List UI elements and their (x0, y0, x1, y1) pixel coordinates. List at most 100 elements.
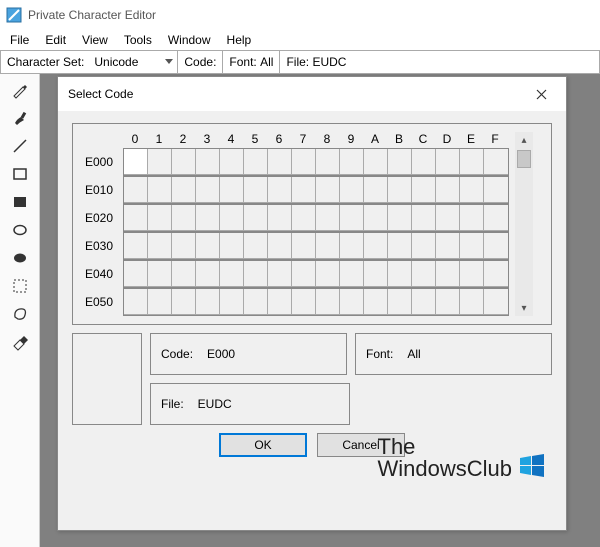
grid-cell[interactable] (340, 261, 364, 287)
grid-cell[interactable] (340, 149, 364, 175)
grid-cell[interactable] (364, 261, 388, 287)
grid-cell[interactable] (484, 149, 508, 175)
grid-cell[interactable] (148, 149, 172, 175)
grid-cell[interactable] (484, 233, 508, 259)
grid-cell[interactable] (292, 177, 316, 203)
grid-cell[interactable] (124, 233, 148, 259)
grid-cell[interactable] (268, 205, 292, 231)
grid-cell[interactable] (148, 205, 172, 231)
grid-cell[interactable] (364, 149, 388, 175)
grid-cell[interactable] (484, 261, 508, 287)
grid-cell[interactable] (244, 205, 268, 231)
grid-cell[interactable] (244, 233, 268, 259)
grid-cell[interactable] (316, 205, 340, 231)
grid-cell[interactable] (436, 205, 460, 231)
grid-cell[interactable] (436, 261, 460, 287)
grid-cell[interactable] (340, 177, 364, 203)
grid-cell[interactable] (268, 289, 292, 315)
menu-help[interactable]: Help (219, 31, 260, 49)
grid-cell[interactable] (196, 177, 220, 203)
grid-cell[interactable] (172, 149, 196, 175)
grid-cell[interactable] (484, 289, 508, 315)
grid-cell[interactable] (220, 233, 244, 259)
charset-dropdown[interactable]: Unicode (88, 51, 178, 73)
menu-view[interactable]: View (74, 31, 116, 49)
grid-cell[interactable] (340, 289, 364, 315)
grid-cell[interactable] (460, 177, 484, 203)
grid-cell[interactable] (220, 289, 244, 315)
grid-cell[interactable] (148, 261, 172, 287)
grid-cell[interactable] (196, 233, 220, 259)
grid-cell[interactable] (460, 261, 484, 287)
grid-cell[interactable] (364, 205, 388, 231)
rect-outline-tool[interactable] (10, 164, 30, 184)
grid-cell[interactable] (460, 205, 484, 231)
grid-cell[interactable] (148, 177, 172, 203)
scroll-thumb[interactable] (517, 150, 531, 168)
scroll-up-icon[interactable]: ▴ (516, 132, 532, 148)
grid-cell[interactable] (412, 233, 436, 259)
close-button[interactable] (526, 79, 556, 109)
grid-cell[interactable] (292, 261, 316, 287)
freeform-tool[interactable] (10, 304, 30, 324)
grid-cell[interactable] (436, 233, 460, 259)
grid-cell[interactable] (460, 233, 484, 259)
grid-cell[interactable] (388, 177, 412, 203)
cancel-button[interactable]: Cancel (317, 433, 405, 457)
grid-cell[interactable] (196, 205, 220, 231)
grid-cell[interactable] (412, 261, 436, 287)
grid-cell[interactable] (124, 289, 148, 315)
grid-cell[interactable] (196, 261, 220, 287)
grid-cell[interactable] (316, 289, 340, 315)
grid-cell[interactable] (412, 177, 436, 203)
menu-file[interactable]: File (2, 31, 37, 49)
grid-cell[interactable] (244, 149, 268, 175)
grid-cell[interactable] (268, 233, 292, 259)
select-tool[interactable] (10, 276, 30, 296)
grid-cell[interactable] (316, 233, 340, 259)
ok-button[interactable]: OK (219, 433, 307, 457)
grid-cell[interactable] (268, 261, 292, 287)
grid-cell[interactable] (292, 149, 316, 175)
grid-cell[interactable] (172, 289, 196, 315)
grid-cell[interactable] (244, 261, 268, 287)
grid-cell[interactable] (388, 149, 412, 175)
grid-cell[interactable] (196, 149, 220, 175)
grid-cell[interactable] (148, 233, 172, 259)
grid-scrollbar[interactable]: ▴ ▾ (515, 132, 533, 316)
grid-cell[interactable] (364, 233, 388, 259)
ellipse-outline-tool[interactable] (10, 220, 30, 240)
grid-cell[interactable] (172, 205, 196, 231)
grid-cell[interactable] (292, 233, 316, 259)
grid-cell[interactable] (316, 149, 340, 175)
grid-cell[interactable] (388, 233, 412, 259)
grid-cell[interactable] (412, 205, 436, 231)
grid-cell[interactable] (220, 205, 244, 231)
grid-cell[interactable] (124, 261, 148, 287)
grid-cell[interactable] (412, 289, 436, 315)
grid-cell[interactable] (292, 289, 316, 315)
grid-cell[interactable] (484, 205, 508, 231)
grid-cell[interactable] (436, 177, 460, 203)
grid-cell[interactable] (148, 289, 172, 315)
grid-cell[interactable] (124, 177, 148, 203)
grid-cell[interactable] (220, 177, 244, 203)
ellipse-filled-tool[interactable] (10, 248, 30, 268)
grid-cell[interactable] (460, 289, 484, 315)
grid-cell[interactable] (460, 149, 484, 175)
grid-cell[interactable] (340, 233, 364, 259)
scroll-down-icon[interactable]: ▾ (516, 300, 532, 316)
grid-cell[interactable] (220, 149, 244, 175)
menu-edit[interactable]: Edit (37, 31, 74, 49)
menu-window[interactable]: Window (160, 31, 219, 49)
line-tool[interactable] (10, 136, 30, 156)
grid-cell[interactable] (244, 177, 268, 203)
grid-cell[interactable] (436, 289, 460, 315)
grid-cell[interactable] (316, 261, 340, 287)
grid-cell[interactable] (364, 177, 388, 203)
menu-tools[interactable]: Tools (116, 31, 160, 49)
grid-cell[interactable] (388, 261, 412, 287)
grid-cell[interactable] (436, 149, 460, 175)
grid-cell[interactable] (172, 233, 196, 259)
grid-cell[interactable] (388, 289, 412, 315)
